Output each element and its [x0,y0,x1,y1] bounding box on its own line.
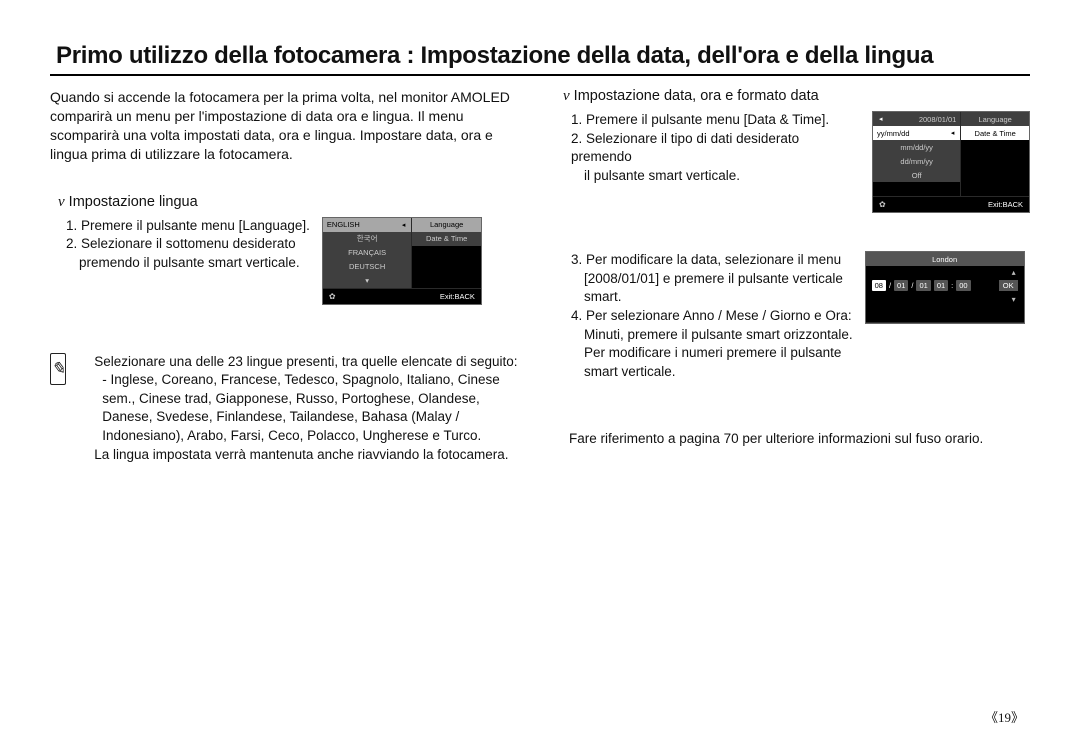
lang-step-2b: premendo il pulsante smart verticale. [79,254,310,273]
right-tab-datetime: Date & Time [412,232,481,246]
exit-back-label: Exit:BACK [440,292,475,301]
note-tail: La lingua impostata verrà mantenuta anch… [94,446,525,465]
gear-icon [329,292,336,301]
bullet-icon: v [58,194,65,210]
subhead-language-label: Impostazione lingua [69,194,198,210]
page-number: 《19》 [985,707,1024,726]
city-label: London [866,252,1024,266]
lang-step-1: 1. Premere il pulsante menu [Language]. [66,217,310,236]
df-opt-mdy: mm/dd/yy [873,140,960,154]
lang-step-2a: 2. Selezionare il sottomenu desiderato [66,235,310,254]
screen-language: ENGLISH◂ 한국어 FRANÇAIS DEUTSCH ▾ Language… [322,217,482,305]
ok-button: OK [999,280,1018,291]
note-icon: ✎ [50,353,66,385]
note-intro: Selezionare una delle 23 lingue presenti… [94,353,525,372]
dt-step-3b: [2008/01/01] e premere il pulsante verti… [584,270,853,289]
left-column: Quando si accende la fotocamera per la p… [50,88,525,464]
date-year: 08 [872,280,886,291]
page-title: Primo utilizzo della fotocamera : Impost… [56,42,1030,70]
df-opt-ymd: yy/mm/dd [877,129,910,138]
screen-dateset: London ▴ 08/ 01/ 01 01: 00 OK ▾ [865,251,1025,324]
dt-step-1: 1. Premere il pulsante menu [Data & Time… [571,111,860,130]
date-month: 01 [894,280,908,291]
up-arrow-icon: ▴ [866,266,1024,278]
datetime-steps-12: 1. Premere il pulsante menu [Data & Time… [571,111,860,186]
right-column: vImpostazione data, ora e formato data 1… [555,88,1030,464]
right-tab-datetime2: Date & Time [961,126,1029,140]
df-opt-dmy: dd/mm/yy [873,154,960,168]
dt-step-4b: Minuti, premere il pulsante smart orizzo… [584,326,853,345]
dt-step-3a: 3. Per modificare la data, selezionare i… [571,251,853,270]
date-day: 01 [916,280,930,291]
datetime-steps-34: 3. Per modificare la data, selezionare i… [571,251,853,381]
exit-back-label2: Exit:BACK [988,200,1023,209]
lang-opt-french: FRANÇAIS [323,246,411,260]
subhead-language: vImpostazione lingua [58,194,525,211]
subhead-datetime-label: Impostazione data, ora e formato data [574,88,819,104]
intro-text: Quando si accende la fotocamera per la p… [50,88,525,164]
time-min: 00 [956,280,970,291]
dt-step-2b: il pulsante smart verticale. [584,167,860,186]
dt-step-3c: smart. [584,288,853,307]
screen-dateformat: ◂2008/01/01 yy/mm/dd◂ mm/dd/yy dd/mm/yy … [872,111,1030,213]
footnote-timezone: Fare riferimento a pagina 70 per ulterio… [569,431,1030,446]
title-rule [50,74,1030,76]
down-arrow-icon: ▾ [323,274,411,288]
lang-opt-korean: 한국어 [323,232,411,246]
down-arrow-icon: ▾ [866,293,1024,305]
bullet-icon: v [563,88,570,104]
time-hour: 01 [934,280,948,291]
gear-icon [879,200,886,209]
subhead-datetime: vImpostazione data, ora e formato data [563,88,1030,105]
note-list: - Inglese, Coreano, Francese, Tedesco, S… [102,371,525,446]
date-editor-row: 08/ 01/ 01 01: 00 OK [866,278,1024,293]
note-text: Selezionare una delle 23 lingue presenti… [94,353,525,465]
df-opt-off: Off [873,168,960,182]
right-tab-language: Language [412,218,481,232]
dt-step-4d: smart verticale. [584,363,853,382]
right-tab-language2: Language [961,112,1029,126]
lang-opt-german: DEUTSCH [323,260,411,274]
dt-step-4c: Per modificare i numeri premere il pulsa… [584,344,853,363]
dt-step-4a: 4. Per selezionare Anno / Mese / Giorno … [571,307,853,326]
lang-opt-english: ENGLISH [327,220,360,229]
language-steps: 1. Premere il pulsante menu [Language]. … [66,217,310,273]
df-opt-date: 2008/01/01 [919,115,957,124]
dt-step-2a: 2. Selezionare il tipo di dati desiderat… [571,130,860,167]
